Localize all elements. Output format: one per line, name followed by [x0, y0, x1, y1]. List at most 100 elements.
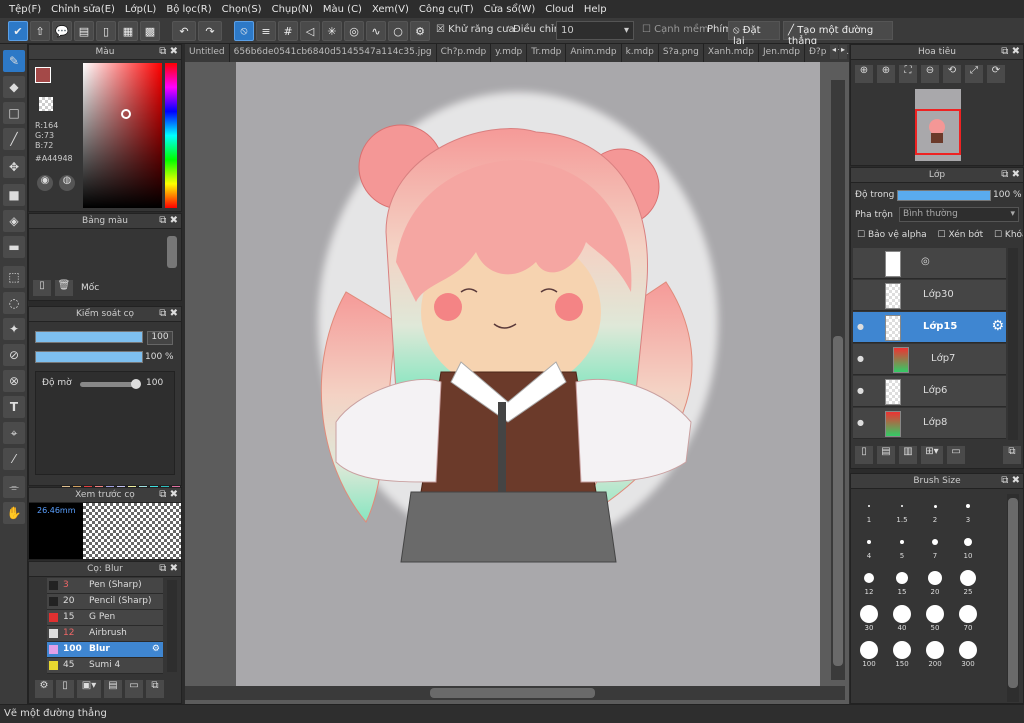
hue-slider[interactable] — [165, 63, 177, 208]
blend-mode-select[interactable]: Bình thường ▾ — [899, 207, 1019, 222]
brush-tool-icon[interactable]: ✎ — [3, 50, 25, 72]
layer-row[interactable]: Lớp30 — [853, 280, 1006, 311]
brush-size-cell[interactable]: 300 — [952, 636, 984, 668]
artwork-canvas[interactable] — [236, 62, 820, 686]
eraser-tool-icon[interactable]: ◆ — [3, 76, 25, 98]
brush-list-scrollbar[interactable] — [167, 580, 177, 672]
menu-item-2[interactable]: Lớp(L) — [125, 4, 156, 15]
close-icon[interactable]: ⧉ ✖ — [1001, 474, 1020, 488]
brush-size-cell[interactable]: 1 — [853, 492, 885, 524]
straight-line-button[interactable]: ╱ Tạo một đường thẳng — [783, 21, 893, 47]
layer-row[interactable]: ● Lớp15 ⚙ — [853, 312, 1006, 343]
close-icon[interactable]: ⧉ ✖ — [159, 45, 178, 59]
radial-snap-icon[interactable]: ✳ — [322, 21, 342, 41]
menu-item-0[interactable]: Tệp(F) — [9, 4, 41, 15]
duplicate-icon[interactable]: ⧉ — [146, 680, 164, 698]
brush-size-cell[interactable]: 20 — [919, 564, 951, 596]
close-icon[interactable]: ⧉ ✖ — [159, 307, 178, 321]
eye-icon[interactable]: ● — [857, 322, 864, 331]
saturation-value-picker[interactable] — [83, 63, 162, 208]
zoom-out-icon[interactable]: ⊖ — [921, 65, 939, 83]
layer-scrollbar[interactable] — [1008, 248, 1018, 440]
color-wheel-icon[interactable]: ◍ — [59, 175, 75, 191]
text-tool-icon[interactable]: T — [3, 396, 25, 418]
brush-size-cell[interactable]: 100 — [853, 636, 885, 668]
brush-size-cell[interactable]: 12 — [853, 564, 885, 596]
close-icon[interactable]: ⧉ ✖ — [1001, 168, 1020, 182]
document-tab[interactable]: Tr.mdp — [527, 44, 567, 62]
folder-icon[interactable]: ▭ — [947, 446, 965, 464]
add-brush-icon[interactable]: ▣▾ — [77, 680, 101, 698]
pipette-tool-icon[interactable]: ⌯ — [3, 476, 25, 498]
fit-window-icon[interactable]: ⛶ — [899, 65, 917, 83]
size-slider[interactable] — [35, 331, 143, 343]
redo-icon[interactable]: ↷ — [198, 21, 222, 41]
close-icon[interactable]: ⧉ ✖ — [159, 214, 178, 228]
zoom-fit-icon[interactable]: ⊕ — [855, 65, 873, 83]
folder-icon[interactable]: ▭ — [125, 680, 143, 698]
grid-snap-icon[interactable]: # — [278, 21, 298, 41]
tab-scroll-left-icon[interactable]: ◂ — [830, 45, 838, 59]
move-tool-icon[interactable]: ✥ — [3, 156, 25, 178]
layer-row[interactable]: ● Lớp6 — [853, 376, 1006, 407]
reset-button[interactable]: ⦸ Đặt lại — [728, 21, 780, 47]
brush-list-item[interactable]: 20 Pencil (Sharp) — [47, 594, 163, 610]
density-slider[interactable] — [80, 379, 141, 389]
menu-item-4[interactable]: Chọn(S) — [222, 4, 262, 15]
close-icon[interactable]: ⧉ ✖ — [1001, 45, 1020, 59]
eye-icon[interactable]: ● — [857, 418, 864, 427]
film-icon[interactable]: ▤ — [74, 21, 94, 41]
close-icon[interactable]: ⧉ ✖ — [159, 488, 178, 502]
menu-item-8[interactable]: Công cụ(T) — [419, 4, 474, 15]
concentric-snap-icon[interactable]: ◎ — [344, 21, 364, 41]
transparent-color-icon[interactable] — [39, 97, 53, 111]
select-tool-icon[interactable]: ⬚ — [3, 266, 25, 288]
edge-checkbox[interactable]: ☐ Cạnh mềm — [642, 24, 709, 35]
horizontal-scrollbar[interactable] — [185, 686, 845, 700]
brush-list-item[interactable]: 100 Blur ⚙ — [47, 642, 163, 658]
divide-tool-icon[interactable]: ⌖ — [3, 422, 25, 444]
zoom-in-icon[interactable]: ⊕ — [877, 65, 895, 83]
menu-item-10[interactable]: Cloud — [545, 4, 574, 15]
perspective-snap-icon[interactable]: ◁ — [300, 21, 320, 41]
palette-icon[interactable]: ◉ — [37, 175, 53, 191]
size-value[interactable]: 100 — [147, 331, 173, 345]
new-halftone-layer-icon[interactable]: ▤ — [877, 446, 895, 464]
new-brush-icon[interactable]: ▯ — [56, 680, 74, 698]
menu-item-5[interactable]: Chụp(N) — [272, 4, 313, 15]
trash-icon[interactable]: 🗑 — [55, 280, 73, 296]
panel-icon[interactable]: ▦ — [118, 21, 138, 41]
document-tab[interactable]: k.mdp — [621, 44, 659, 62]
menu-item-1[interactable]: Chỉnh sửa(E) — [51, 4, 115, 15]
antialias-checkbox[interactable]: ☒ Khử răng cưa — [436, 24, 515, 35]
gradient-tool-icon[interactable]: ▬ — [3, 236, 25, 258]
snap-settings-icon[interactable]: ⚙ — [410, 21, 430, 41]
brush-size-cell[interactable]: 30 — [853, 600, 885, 632]
layer-opacity-slider[interactable] — [897, 190, 991, 201]
brush-list-item[interactable]: 45 Sumi 4 — [47, 658, 163, 674]
brush-list-item[interactable]: 15 G Pen — [47, 610, 163, 626]
menu-item-7[interactable]: Xem(V) — [372, 4, 409, 15]
clipping-checkbox[interactable]: ☐ Xén bớt — [938, 230, 984, 240]
circle-snap-icon[interactable]: ○ — [388, 21, 408, 41]
document-tab[interactable]: 656b6de0541cb6840d5145547a114c35.jpg — [229, 44, 437, 62]
undo-icon[interactable]: ↶ — [172, 21, 196, 41]
document-tab[interactable]: Untitled — [185, 44, 230, 62]
new-layer-icon[interactable]: ▯ — [855, 446, 873, 464]
line-tool-icon[interactable]: ╱ — [3, 128, 25, 150]
select-eraser-icon[interactable]: ⊗ — [3, 370, 25, 392]
grid-panel-icon[interactable]: ▩ — [140, 21, 160, 41]
brush-copy-icon[interactable]: ▤ — [104, 680, 122, 698]
brush-size-cell[interactable]: 50 — [919, 600, 951, 632]
brush-size-cell[interactable]: 3 — [952, 492, 984, 524]
page-icon[interactable]: ▯ — [96, 21, 116, 41]
curve-snap-icon[interactable]: ∿ — [366, 21, 386, 41]
navigator-thumbnail[interactable] — [915, 89, 961, 161]
layer-row-folder[interactable]: ◎ — [853, 248, 1006, 279]
reset-view-icon[interactable]: ⤢ — [965, 65, 983, 83]
tab-scroll-right-icon[interactable]: ▸ — [839, 45, 847, 59]
adjust-select[interactable]: 10 ▾ — [556, 21, 634, 40]
opacity-slider[interactable] — [35, 351, 143, 363]
lock-checkbox[interactable]: ☐ Khóa — [994, 230, 1023, 240]
new-1bit-layer-icon[interactable]: ▥ — [899, 446, 917, 464]
